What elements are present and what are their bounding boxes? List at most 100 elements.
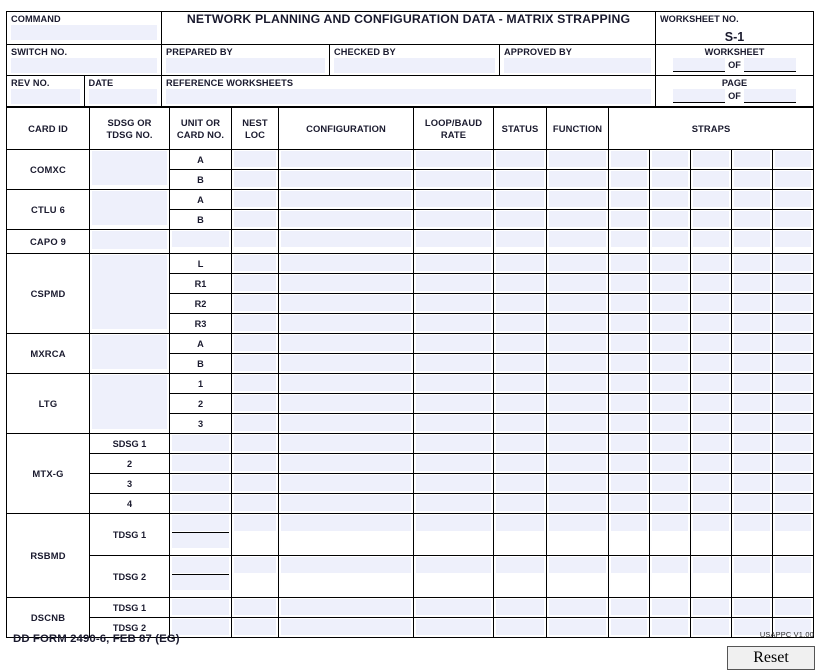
comxc-0-strap-2-input[interactable] <box>652 151 688 167</box>
comxc-0-strap-3-input[interactable] <box>693 151 729 167</box>
mtx-g-2-status-input[interactable] <box>496 475 544 491</box>
cspmd-2-status-input[interactable] <box>496 295 544 311</box>
cspmd-3-loop-baud-rate-input[interactable] <box>416 315 491 331</box>
mxrca-1-strap-3-input[interactable] <box>693 355 729 371</box>
rsbmd-0-configuration-input[interactable] <box>281 515 411 531</box>
mxrca-1-strap-2-input[interactable] <box>652 355 688 371</box>
mtx-g-1-strap-1-input[interactable] <box>611 455 647 471</box>
mtx-g-2-strap-5-input[interactable] <box>775 475 812 491</box>
cspmd-1-strap-1-input[interactable] <box>611 275 647 291</box>
mtx-g-unit-card-no-input[interactable] <box>172 475 229 491</box>
mtx-g-1-function-input[interactable] <box>549 455 606 471</box>
comxc-1-loop-baud-rate-input[interactable] <box>416 171 491 187</box>
mtx-g-3-nest-loc-input[interactable] <box>234 495 276 511</box>
mtx-g-0-strap-1-input[interactable] <box>611 435 647 451</box>
rsbmd-unit-card-no-input-2[interactable] <box>172 574 229 590</box>
cspmd-0-function-input[interactable] <box>549 255 606 271</box>
cspmd-2-configuration-input[interactable] <box>281 295 411 311</box>
dscnb-0-strap-4-input[interactable] <box>734 599 770 615</box>
cspmd-3-nest-loc-input[interactable] <box>234 315 276 331</box>
mtx-g-1-strap-4-input[interactable] <box>734 455 770 471</box>
mxrca-1-strap-1-input[interactable] <box>611 355 647 371</box>
prepared-by-input[interactable] <box>166 58 325 73</box>
mtx-g-2-strap-1-input[interactable] <box>611 475 647 491</box>
cspmd-0-nest-loc-input[interactable] <box>234 255 276 271</box>
ctlu-6-1-strap-1-input[interactable] <box>611 211 647 227</box>
mxrca-sdsg-tdsg-no-input[interactable] <box>92 335 167 369</box>
ctlu-6-0-strap-2-input[interactable] <box>652 191 688 207</box>
ltg-1-nest-loc-input[interactable] <box>234 395 276 411</box>
cspmd-1-strap-2-input[interactable] <box>652 275 688 291</box>
comxc-1-status-input[interactable] <box>496 171 544 187</box>
rsbmd-1-nest-loc-input[interactable] <box>234 557 276 573</box>
cspmd-3-strap-3-input[interactable] <box>693 315 729 331</box>
mtx-g-2-strap-2-input[interactable] <box>652 475 688 491</box>
comxc-1-function-input[interactable] <box>549 171 606 187</box>
rsbmd-1-configuration-input[interactable] <box>281 557 411 573</box>
rsbmd-0-loop-baud-rate-input[interactable] <box>416 515 491 531</box>
ctlu-6-sdsg-tdsg-no-input[interactable] <box>92 191 167 225</box>
page-of-first-input[interactable] <box>673 89 726 103</box>
ltg-1-loop-baud-rate-input[interactable] <box>416 395 491 411</box>
rsbmd-1-strap-4-input[interactable] <box>734 557 770 573</box>
comxc-0-loop-baud-rate-input[interactable] <box>416 151 491 167</box>
mtx-g-0-status-input[interactable] <box>496 435 544 451</box>
comxc-0-nest-loc-input[interactable] <box>234 151 276 167</box>
mtx-g-1-loop-baud-rate-input[interactable] <box>416 455 491 471</box>
cspmd-3-strap-2-input[interactable] <box>652 315 688 331</box>
ltg-1-strap-4-input[interactable] <box>734 395 770 411</box>
rsbmd-unit-card-no-input-2[interactable] <box>172 532 229 548</box>
comxc-0-strap-4-input[interactable] <box>734 151 770 167</box>
ltg-sdsg-tdsg-no-input[interactable] <box>92 375 167 429</box>
dscnb-0-function-input[interactable] <box>549 599 606 615</box>
comxc-0-function-input[interactable] <box>549 151 606 167</box>
capo-9-0-function-input[interactable] <box>549 231 606 247</box>
capo-9-0-strap-1-input[interactable] <box>611 231 647 247</box>
worksheet-of-first-input[interactable] <box>673 58 726 72</box>
mxrca-0-strap-5-input[interactable] <box>775 335 812 351</box>
mxrca-1-loop-baud-rate-input[interactable] <box>416 355 491 371</box>
dscnb-unit-card-no-input[interactable] <box>172 599 229 615</box>
rsbmd-1-strap-3-input[interactable] <box>693 557 729 573</box>
mxrca-1-strap-4-input[interactable] <box>734 355 770 371</box>
mtx-g-2-loop-baud-rate-input[interactable] <box>416 475 491 491</box>
mtx-g-0-strap-5-input[interactable] <box>775 435 812 451</box>
worksheet-of-second-input[interactable] <box>743 58 796 72</box>
cspmd-1-strap-5-input[interactable] <box>775 275 812 291</box>
cspmd-2-nest-loc-input[interactable] <box>234 295 276 311</box>
ltg-1-configuration-input[interactable] <box>281 395 411 411</box>
comxc-0-status-input[interactable] <box>496 151 544 167</box>
date-input[interactable] <box>88 89 157 104</box>
ltg-0-strap-2-input[interactable] <box>652 375 688 391</box>
mxrca-1-nest-loc-input[interactable] <box>234 355 276 371</box>
cspmd-2-strap-5-input[interactable] <box>775 295 812 311</box>
cspmd-2-strap-2-input[interactable] <box>652 295 688 311</box>
capo-9-0-status-input[interactable] <box>496 231 544 247</box>
mtx-g-3-status-input[interactable] <box>496 495 544 511</box>
ltg-0-strap-1-input[interactable] <box>611 375 647 391</box>
page-of-second-input[interactable] <box>743 89 796 103</box>
ltg-1-strap-1-input[interactable] <box>611 395 647 411</box>
mtx-g-3-loop-baud-rate-input[interactable] <box>416 495 491 511</box>
mtx-g-0-configuration-input[interactable] <box>281 435 411 451</box>
rsbmd-0-strap-5-input[interactable] <box>775 515 812 531</box>
ctlu-6-0-strap-3-input[interactable] <box>693 191 729 207</box>
dscnb-0-strap-5-input[interactable] <box>775 599 812 615</box>
cspmd-0-strap-4-input[interactable] <box>734 255 770 271</box>
rsbmd-1-status-input[interactable] <box>496 557 544 573</box>
comxc-1-strap-4-input[interactable] <box>734 171 770 187</box>
ctlu-6-0-status-input[interactable] <box>496 191 544 207</box>
ctlu-6-1-strap-2-input[interactable] <box>652 211 688 227</box>
comxc-0-configuration-input[interactable] <box>281 151 411 167</box>
mxrca-0-loop-baud-rate-input[interactable] <box>416 335 491 351</box>
mtx-g-0-strap-4-input[interactable] <box>734 435 770 451</box>
cspmd-0-strap-5-input[interactable] <box>775 255 812 271</box>
ctlu-6-1-function-input[interactable] <box>549 211 606 227</box>
rsbmd-unit-card-no-input-1[interactable] <box>172 557 229 573</box>
capo-9-0-nest-loc-input[interactable] <box>234 231 276 247</box>
mtx-g-3-strap-5-input[interactable] <box>775 495 812 511</box>
cspmd-2-loop-baud-rate-input[interactable] <box>416 295 491 311</box>
mtx-g-0-function-input[interactable] <box>549 435 606 451</box>
dscnb-0-status-input[interactable] <box>496 599 544 615</box>
ltg-1-status-input[interactable] <box>496 395 544 411</box>
